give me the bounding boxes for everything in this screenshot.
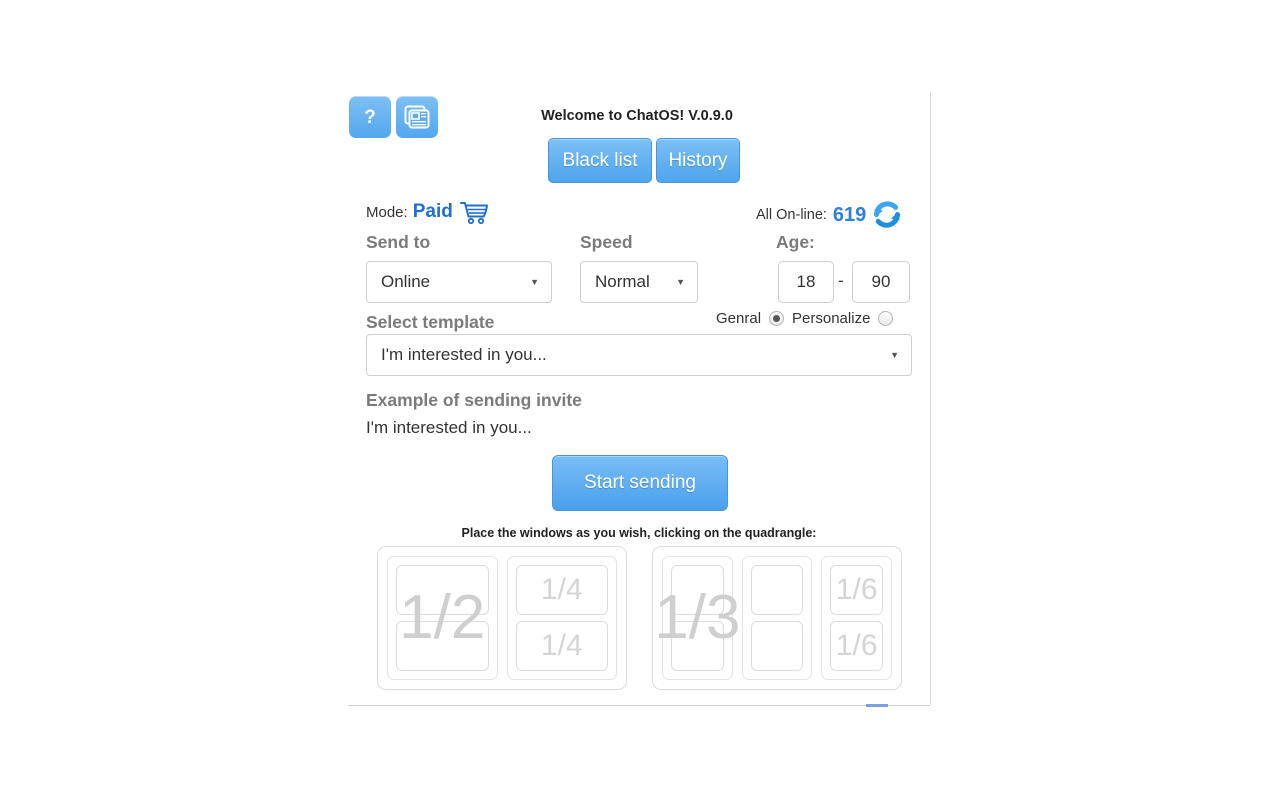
start-sending-button[interactable]: Start sending	[552, 455, 728, 511]
panel-bottom-marker	[866, 704, 888, 707]
chevron-down-icon: ▼	[676, 277, 685, 287]
online-count: 619	[832, 203, 867, 226]
layout-cell-fraction: 1/6	[835, 573, 878, 606]
layout-cell[interactable]: 1/6	[830, 621, 884, 671]
template-value: I'm interested in you...	[381, 345, 547, 364]
layout-cell[interactable]	[671, 621, 724, 671]
speed-heading: Speed	[580, 232, 633, 252]
layout-cell[interactable]	[750, 621, 804, 671]
layout-column[interactable]: 1/2	[387, 556, 498, 680]
refresh-icon[interactable]	[872, 201, 902, 229]
mode-indicator: Mode: Paid	[366, 199, 490, 225]
chevron-down-icon: ▼	[890, 350, 899, 360]
layout-option-three-column[interactable]: 1/3 1/6 1/6	[652, 546, 902, 690]
news-button[interactable]	[396, 96, 438, 138]
layout-cell[interactable]	[750, 565, 804, 615]
history-label: History	[668, 149, 728, 171]
help-button[interactable]: ?	[349, 96, 391, 138]
age-max-input[interactable]	[852, 261, 910, 303]
radio-genral[interactable]	[769, 311, 785, 326]
age-heading: Age:	[776, 232, 815, 252]
online-counter: All On-line: 619	[756, 201, 902, 229]
start-sending-label: Start sending	[584, 472, 696, 493]
age-range-dash: -	[838, 271, 844, 290]
layout-cell-fraction: 1/4	[540, 573, 583, 606]
newspaper-icon	[404, 105, 430, 129]
shopping-cart-icon[interactable]	[458, 199, 490, 225]
layout-cell-fraction: 1/4	[540, 629, 583, 662]
layout-column[interactable]: 1/3	[654, 556, 740, 680]
mode-label: Mode:	[366, 203, 408, 221]
black-list-label: Black list	[562, 149, 638, 171]
layout-cell[interactable]: 1/6	[830, 565, 884, 615]
layout-column[interactable]: 1/4 1/4	[506, 556, 617, 680]
mode-value: Paid	[412, 201, 453, 222]
layout-cell[interactable]: 1/4	[515, 565, 608, 615]
radio-personalize[interactable]	[878, 311, 894, 326]
online-label: All On-line:	[756, 207, 827, 223]
example-heading: Example of sending invite	[366, 390, 582, 410]
speed-value: Normal	[595, 272, 650, 291]
history-button[interactable]: History	[656, 138, 740, 183]
layout-cell-fraction: 1/6	[835, 629, 878, 662]
app-window: ? Welcome to ChatOS! V.0.9.0 Black list …	[0, 0, 1280, 800]
send-to-heading: Send to	[366, 232, 431, 252]
age-min-input[interactable]	[778, 261, 834, 303]
panel-right-divider	[930, 92, 931, 705]
genral-label: Genral	[716, 310, 762, 327]
speed-select[interactable]: Normal ▼	[580, 261, 698, 303]
black-list-button[interactable]: Black list	[548, 138, 652, 183]
layout-cell[interactable]: 1/4	[515, 621, 608, 671]
personalize-label: Personalize	[792, 310, 871, 327]
send-to-value: Online	[381, 272, 431, 291]
welcome-title: Welcome to ChatOS! V.0.9.0	[541, 108, 733, 124]
question-mark-icon: ?	[364, 106, 376, 128]
select-template-heading: Select template	[366, 312, 495, 332]
template-select[interactable]: I'm interested in you... ▼	[366, 334, 912, 376]
layout-cell[interactable]	[671, 565, 724, 615]
message-mode-radio-group: Genral Personalize	[716, 310, 894, 327]
layout-picker-caption: Place the windows as you wish, clicking …	[461, 526, 817, 540]
send-to-select[interactable]: Online ▼	[366, 261, 552, 303]
layout-cell[interactable]	[396, 565, 489, 615]
layout-column[interactable]	[741, 556, 813, 680]
layout-option-two-column[interactable]: 1/2 1/4 1/4	[377, 546, 627, 690]
example-text: I'm interested in you...	[366, 418, 532, 437]
layout-cell[interactable]	[396, 621, 489, 671]
panel-bottom-divider	[348, 705, 930, 706]
layout-column[interactable]: 1/6 1/6	[821, 556, 893, 680]
chevron-down-icon: ▼	[530, 277, 539, 287]
